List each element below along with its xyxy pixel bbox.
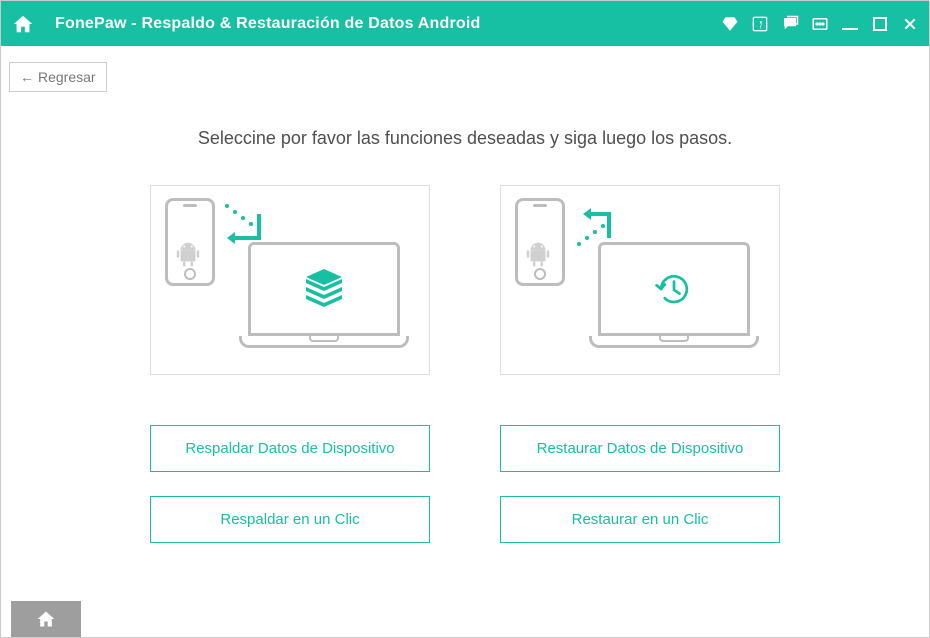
phone-icon [515,198,565,286]
instructions-text: Seleccine por favor las funciones desead… [1,128,929,149]
android-icon [173,239,203,269]
titlebar: FonePaw - Respaldo & Restauración de Dat… [1,1,929,46]
app-window: FonePaw - Respaldo & Restauración de Dat… [0,0,930,638]
backup-illustration-card [150,185,430,375]
restore-buttons-column: Restaurar Datos de Dispositivo Restaurar… [500,425,780,543]
maximize-icon[interactable] [871,15,889,33]
backup-one-click-button[interactable]: Respaldar en un Clic [150,496,430,543]
restore-one-click-button[interactable]: Restaurar en un Clic [500,496,780,543]
layers-icon [300,265,348,313]
laptop-icon [589,242,759,352]
close-icon[interactable] [901,15,919,33]
backup-buttons-column: Respaldar Datos de Dispositivo Respaldar… [150,425,430,543]
minimize-icon[interactable] [841,15,859,33]
back-button-label: Regresar [38,69,96,85]
content-area: ← Regresar Seleccine por favor las funci… [1,46,929,543]
illustration-cards [1,185,929,375]
app-title: FonePaw - Respaldo & Restauración de Dat… [55,15,480,33]
titlebar-left: FonePaw - Respaldo & Restauración de Dat… [11,12,480,36]
restore-device-data-button[interactable]: Restaurar Datos de Dispositivo [500,425,780,472]
back-arrow-icon: ← [20,69,34,85]
feedback-icon[interactable] [781,15,799,33]
footer-home-tab[interactable] [11,601,81,637]
facebook-icon[interactable] [751,15,769,33]
home-icon [36,609,56,629]
home-icon[interactable] [11,12,35,36]
phone-icon [165,198,215,286]
history-icon [652,267,696,311]
diamond-icon[interactable] [721,15,739,33]
laptop-icon [239,242,409,352]
android-icon [523,239,553,269]
restore-illustration-card [500,185,780,375]
backup-device-data-button[interactable]: Respaldar Datos de Dispositivo [150,425,430,472]
action-buttons-area: Respaldar Datos de Dispositivo Respaldar… [1,425,929,543]
menu-icon[interactable] [811,15,829,33]
titlebar-right [721,15,919,33]
back-button[interactable]: ← Regresar [9,62,107,92]
